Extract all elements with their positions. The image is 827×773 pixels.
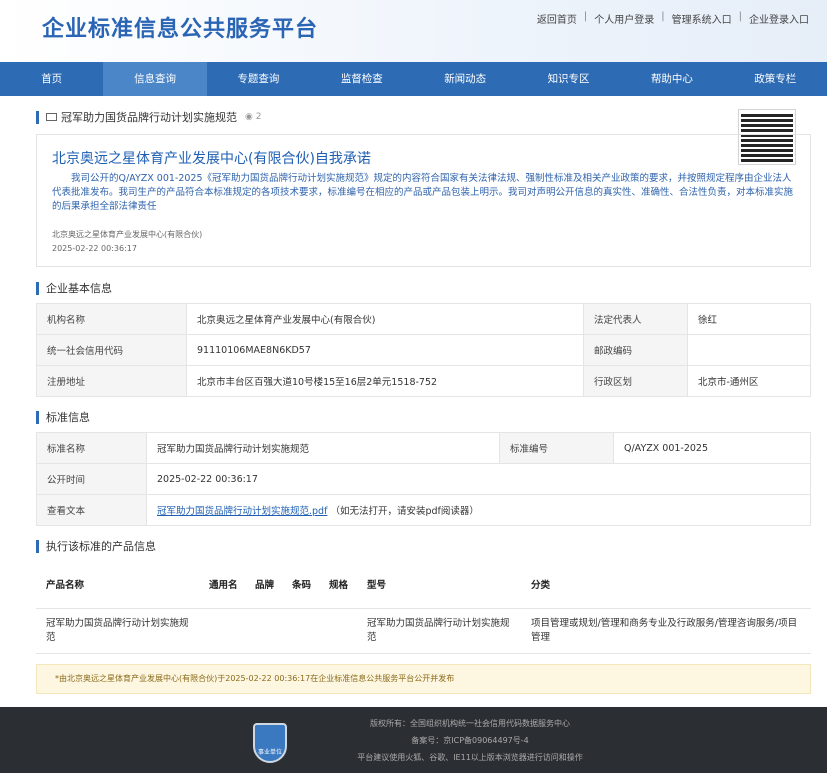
site-title: 企业标准信息公共服务平台 bbox=[42, 17, 319, 42]
company-info-table: 机构名称 北京奥远之星体育产业发展中心(有限合伙) 法定代表人 徐红 统一社会信… bbox=[36, 303, 811, 397]
institution-badge-icon[interactable]: 事业单位 bbox=[253, 723, 287, 763]
product-table: 产品名称 通用名 品牌 条码 规格 型号 分类 冠军助力国货品牌行动计划实施规范… bbox=[36, 560, 811, 654]
home-link[interactable]: 返回首页 bbox=[537, 11, 577, 26]
standard-info-heading: 标准信息 bbox=[36, 409, 90, 425]
nav-supervision[interactable]: 监督检查 bbox=[310, 62, 413, 96]
site-header: 企业标准信息公共服务平台 返回首页 | 个人用户登录 | 管理系统入口 | 企业登录入… bbox=[0, 0, 827, 62]
pdf-hint: （如无法打开，请安装pdf阅读器） bbox=[330, 506, 479, 517]
promise-text: 我司公开的Q/AYZX 001-2025《冠军助力国货品牌行动计划实施规范》规定… bbox=[52, 173, 794, 212]
nav-help[interactable]: 帮助中心 bbox=[620, 62, 723, 96]
pdf-link[interactable]: 冠军助力国货品牌行动计划实施规范.pdf bbox=[157, 506, 327, 517]
standard-name-value: 冠军助力国货品牌行动计划实施规范 bbox=[146, 432, 500, 464]
col-common-name: 通用名 bbox=[199, 560, 245, 609]
promise-company: 北京奥远之星体育产业发展中心(有限合伙) bbox=[52, 230, 203, 239]
pub-time-value: 2025-02-22 00:36:17 bbox=[146, 463, 811, 495]
region-value: 北京市-通州区 bbox=[687, 365, 811, 397]
postcode-label: 邮政编码 bbox=[583, 334, 688, 366]
section-marker bbox=[36, 110, 39, 124]
legal-rep-value: 徐红 bbox=[687, 303, 811, 335]
promise-title: 北京奥远之星体育产业发展中心(有限合伙)自我承诺 bbox=[52, 151, 371, 167]
col-barcode: 条码 bbox=[282, 560, 319, 609]
self-promise-card: 北京奥远之星体育产业发展中心(有限合伙)自我承诺 我司公开的Q/AYZX 001… bbox=[36, 134, 811, 267]
nav-home[interactable]: 首页 bbox=[0, 62, 103, 96]
pub-time-label: 公开时间 bbox=[36, 463, 147, 495]
standard-code-label: 标准编号 bbox=[499, 432, 614, 464]
col-spec: 规格 bbox=[319, 560, 357, 609]
address-label: 注册地址 bbox=[36, 365, 187, 397]
document-icon bbox=[46, 113, 57, 121]
publish-notice: *由北京奥远之星体育产业发展中心(有限合伙)于2025-02-22 00:36:… bbox=[36, 664, 811, 694]
page-title-row: 冠军助力国货品牌行动计划实施规范 ◉ 2 bbox=[36, 109, 261, 125]
view-text-label: 查看文本 bbox=[36, 494, 147, 526]
col-brand: 品牌 bbox=[245, 560, 282, 609]
address-value: 北京市丰台区百强大道10号楼15至16层2单元1518-752 bbox=[186, 365, 584, 397]
credit-code-value: 91110106MAE8N6KD57 bbox=[186, 334, 584, 366]
col-category: 分类 bbox=[521, 560, 811, 609]
credit-code-label: 统一社会信用代码 bbox=[36, 334, 187, 366]
org-name-label: 机构名称 bbox=[36, 303, 187, 335]
col-model: 型号 bbox=[357, 560, 521, 609]
standard-name-label: 标准名称 bbox=[36, 432, 147, 464]
legal-rep-label: 法定代表人 bbox=[583, 303, 688, 335]
footer-copyright: 版权所有：全国组织机构统一社会信用代码数据服务中心 bbox=[370, 719, 570, 728]
region-label: 行政区划 bbox=[583, 365, 688, 397]
footer-browser-hint: 平台建议使用火狐、谷歌、IE11以上版本浏览器进行访问和操作 bbox=[357, 753, 583, 762]
promise-date: 2025-02-22 00:36:17 bbox=[52, 244, 137, 253]
nav-topic-query[interactable]: 专题查询 bbox=[207, 62, 310, 96]
nav-policy[interactable]: 政策专栏 bbox=[724, 62, 827, 96]
table-row: 冠军助力国货品牌行动计划实施规范 冠军助力国货品牌行动计划实施规范 项目管理或规… bbox=[36, 607, 811, 654]
standard-code-value: Q/AYZX 001-2025 bbox=[613, 432, 811, 464]
product-info-heading: 执行该标准的产品信息 bbox=[36, 538, 156, 554]
page-title: 冠军助力国货品牌行动计划实施规范 bbox=[61, 111, 237, 124]
org-name-value: 北京奥远之星体育产业发展中心(有限合伙) bbox=[186, 303, 584, 335]
view-text-cell: 冠军助力国货品牌行动计划实施规范.pdf （如无法打开，请安装pdf阅读器） bbox=[146, 494, 811, 526]
standard-info-table: 标准名称 冠军助力国货品牌行动计划实施规范 标准编号 Q/AYZX 001-20… bbox=[36, 432, 811, 526]
eye-icon: ◉ bbox=[245, 112, 256, 122]
nav-info-query[interactable]: 信息查询 bbox=[103, 62, 207, 96]
col-product-name: 产品名称 bbox=[36, 560, 199, 609]
company-info-heading: 企业基本信息 bbox=[36, 280, 112, 296]
view-count: ◉ 2 bbox=[245, 112, 262, 122]
admin-link[interactable]: 管理系统入口 bbox=[672, 11, 732, 26]
nav-knowledge[interactable]: 知识专区 bbox=[517, 62, 620, 96]
company-login-link[interactable]: 企业登录入口 bbox=[749, 11, 809, 26]
nav-news[interactable]: 新闻动态 bbox=[414, 62, 517, 96]
site-footer: 事业单位 版权所有：全国组织机构统一社会信用代码数据服务中心 备案号：京ICP备… bbox=[0, 707, 827, 773]
personal-login-link[interactable]: 个人用户登录 bbox=[594, 11, 654, 26]
main-nav: 首页 信息查询 专题查询 监督检查 新闻动态 知识专区 帮助中心 政策专栏 bbox=[0, 62, 827, 96]
top-links: 返回首页 | 个人用户登录 | 管理系统入口 | 企业登录入口 bbox=[536, 11, 809, 26]
postcode-value bbox=[687, 334, 811, 366]
footer-icp[interactable]: 备案号：京ICP备09064497号-4 bbox=[320, 735, 620, 746]
